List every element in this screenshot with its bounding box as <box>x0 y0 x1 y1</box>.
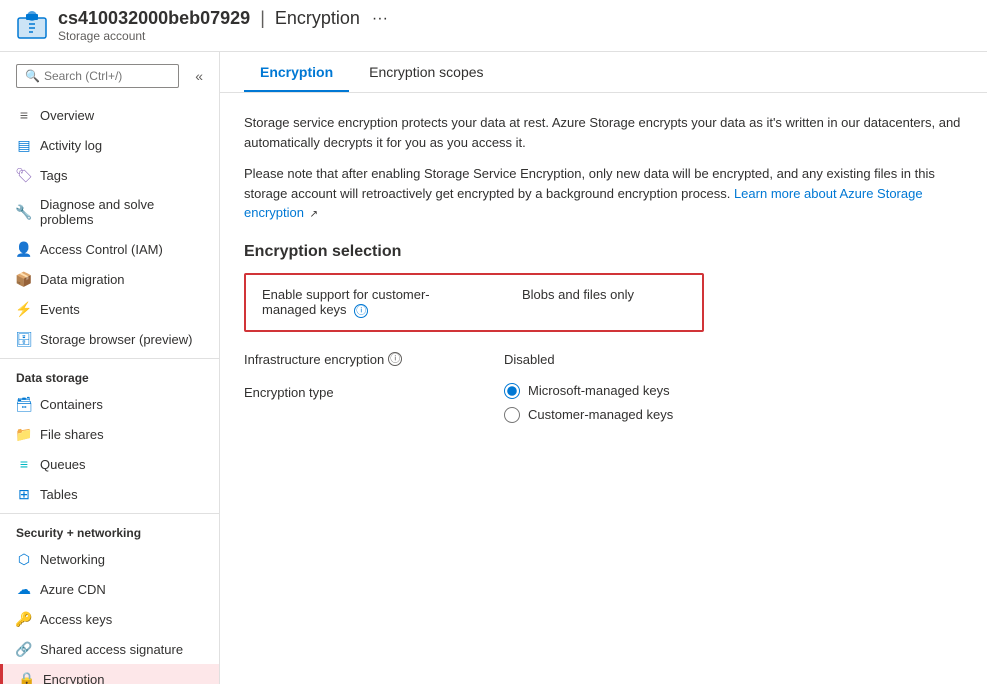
page-title: Encryption <box>275 8 360 29</box>
cmk-label-text: Enable support for customer-managed keys <box>262 287 430 317</box>
cmk-info-icon[interactable]: ⓘ <box>354 304 368 318</box>
storage-browser-icon: 🗄 <box>16 331 32 347</box>
header-ellipsis[interactable]: ··· <box>372 10 388 28</box>
sidebar-item-label: Diagnose and solve problems <box>40 197 207 227</box>
search-icon: 🔍 <box>25 69 40 83</box>
infra-encryption-label-text: Infrastructure encryption <box>244 352 384 367</box>
sidebar-item-label: Overview <box>40 108 94 123</box>
radio-option-microsoft-managed[interactable]: Microsoft-managed keys <box>504 383 673 399</box>
external-link-icon: ↗ <box>310 209 318 220</box>
search-input[interactable] <box>44 69 170 83</box>
tab-bar: Encryption Encryption scopes <box>220 52 987 93</box>
sidebar-item-tags[interactable]: 🏷 Tags <box>0 160 219 190</box>
sidebar-item-containers[interactable]: 🗃 Containers <box>0 389 219 419</box>
sidebar-item-label: Activity log <box>40 138 102 153</box>
sidebar-item-file-shares[interactable]: 📁 File shares <box>0 419 219 449</box>
sidebar-item-label: Shared access signature <box>40 642 183 657</box>
resource-name: cs410032000beb07929 <box>58 8 250 29</box>
sidebar-item-label: Networking <box>40 552 105 567</box>
sidebar-item-diagnose[interactable]: 🔧 Diagnose and solve problems <box>0 190 219 234</box>
radio-microsoft-managed[interactable] <box>504 383 520 399</box>
sidebar-item-activity-log[interactable]: ▤ Activity log <box>0 130 219 160</box>
sidebar: 🔍 « ≡ Overview ▤ Activity log 🏷 Tags 🔧 D… <box>0 52 220 684</box>
sidebar-item-storage-browser[interactable]: 🗄 Storage browser (preview) <box>0 324 219 354</box>
radio-option-customer-managed[interactable]: Customer-managed keys <box>504 407 673 423</box>
description-2: Please note that after enabling Storage … <box>244 164 963 223</box>
collapse-button[interactable]: « <box>191 64 207 88</box>
radio-microsoft-managed-label: Microsoft-managed keys <box>528 383 670 398</box>
sidebar-item-label: Data migration <box>40 272 125 287</box>
diagnose-icon: 🔧 <box>16 204 32 220</box>
search-box[interactable]: 🔍 <box>16 64 179 88</box>
encryption-type-row: Encryption type Microsoft-managed keys C… <box>244 383 963 423</box>
sidebar-item-tables[interactable]: ⊞ Tables <box>0 479 219 509</box>
sidebar-item-label: Encryption <box>43 672 104 684</box>
tables-icon: ⊞ <box>16 486 32 502</box>
sidebar-item-encryption[interactable]: 🔒 Encryption <box>0 664 219 684</box>
tab-encryption[interactable]: Encryption <box>244 52 349 92</box>
encryption-type-options: Microsoft-managed keys Customer-managed … <box>504 383 673 423</box>
sidebar-item-label: Containers <box>40 397 103 412</box>
data-migration-icon: 📦 <box>16 271 32 287</box>
header-subtitle: Storage account <box>58 29 388 43</box>
queues-icon: ≡ <box>16 456 32 472</box>
content-area: Storage service encryption protects your… <box>220 93 987 459</box>
sidebar-item-label: Tags <box>40 168 67 183</box>
encryption-selection-section: Encryption selection Enable support for … <box>244 243 963 423</box>
sidebar-item-label: Access Control (IAM) <box>40 242 163 257</box>
sidebar-item-access-control[interactable]: 👤 Access Control (IAM) <box>0 234 219 264</box>
sidebar-item-label: Queues <box>40 457 86 472</box>
sidebar-item-label: File shares <box>40 427 104 442</box>
tab-encryption-scopes[interactable]: Encryption scopes <box>353 52 499 92</box>
header-text: cs410032000beb07929 | Encryption ··· Sto… <box>58 8 388 43</box>
cmk-value: Blobs and files only <box>522 287 634 302</box>
infra-encryption-value: Disabled <box>504 352 555 367</box>
sidebar-item-events[interactable]: ⚡ Events <box>0 294 219 324</box>
tags-icon: 🏷 <box>16 167 32 183</box>
sidebar-item-networking[interactable]: ⬡ Networking <box>0 544 219 574</box>
shared-access-icon: 🔗 <box>16 641 32 657</box>
encryption-icon: 🔒 <box>19 671 35 684</box>
infra-encryption-label: Infrastructure encryption ⓘ <box>244 352 504 367</box>
containers-icon: 🗃 <box>16 396 32 412</box>
sidebar-item-access-keys[interactable]: 🔑 Access keys <box>0 604 219 634</box>
sidebar-item-label: Storage browser (preview) <box>40 332 192 347</box>
infra-encryption-row: Infrastructure encryption ⓘ Disabled <box>244 352 963 367</box>
activity-log-icon: ▤ <box>16 137 32 153</box>
sidebar-item-azure-cdn[interactable]: ☁ Azure CDN <box>0 574 219 604</box>
section-title: Encryption selection <box>244 243 963 261</box>
networking-icon: ⬡ <box>16 551 32 567</box>
cmk-label: Enable support for customer-managed keys… <box>262 287 462 318</box>
storage-account-icon <box>16 10 48 42</box>
section-data-storage: Data storage <box>0 358 219 389</box>
sidebar-item-label: Azure CDN <box>40 582 106 597</box>
header-separator: | <box>260 8 265 29</box>
sidebar-item-label: Access keys <box>40 612 112 627</box>
radio-customer-managed[interactable] <box>504 407 520 423</box>
sidebar-item-queues[interactable]: ≡ Queues <box>0 449 219 479</box>
events-icon: ⚡ <box>16 301 32 317</box>
access-control-icon: 👤 <box>16 241 32 257</box>
sidebar-item-label: Events <box>40 302 80 317</box>
cmk-box: Enable support for customer-managed keys… <box>244 273 704 332</box>
main-content: Encryption Encryption scopes Storage ser… <box>220 52 987 684</box>
overview-icon: ≡ <box>16 107 32 123</box>
access-keys-icon: 🔑 <box>16 611 32 627</box>
radio-customer-managed-label: Customer-managed keys <box>528 407 673 422</box>
azure-cdn-icon: ☁ <box>16 581 32 597</box>
sidebar-item-data-migration[interactable]: 📦 Data migration <box>0 264 219 294</box>
encryption-type-label: Encryption type <box>244 383 504 400</box>
infra-encryption-info-icon[interactable]: ⓘ <box>388 352 402 366</box>
header: cs410032000beb07929 | Encryption ··· Sto… <box>0 0 987 52</box>
sidebar-item-overview[interactable]: ≡ Overview <box>0 100 219 130</box>
description-1: Storage service encryption protects your… <box>244 113 963 152</box>
file-shares-icon: 📁 <box>16 426 32 442</box>
sidebar-item-shared-access-signature[interactable]: 🔗 Shared access signature <box>0 634 219 664</box>
sidebar-item-label: Tables <box>40 487 78 502</box>
section-security: Security + networking <box>0 513 219 544</box>
